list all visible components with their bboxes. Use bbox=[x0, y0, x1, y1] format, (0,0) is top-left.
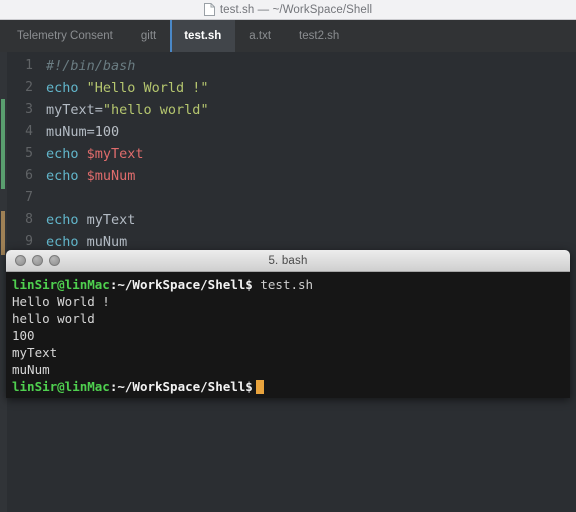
code-token: muNum= bbox=[46, 124, 95, 140]
code-line[interactable]: 3 myText="hello world" bbox=[0, 99, 576, 121]
code-token: $myText bbox=[86, 146, 144, 162]
terminal-output-line: 100 bbox=[12, 327, 570, 344]
terminal-window[interactable]: 5. bash linSir@linMac:~/WorkSpace/Shell$… bbox=[6, 250, 570, 398]
code-text: echo $myText bbox=[40, 143, 144, 165]
terminal-output-text: hello world bbox=[12, 311, 95, 326]
code-line[interactable]: 2 echo "Hello World !" bbox=[0, 77, 576, 99]
terminal-prompt-line: linSir@linMac:~/WorkSpace/Shell$ bbox=[12, 378, 570, 395]
line-number: 2 bbox=[25, 80, 33, 95]
code-token: $muNum bbox=[86, 168, 136, 184]
terminal-output-line: Hello World ! bbox=[12, 293, 570, 310]
tab-gitt[interactable]: gitt bbox=[127, 20, 170, 52]
code-text: #!/bin/bash bbox=[40, 55, 135, 77]
code-text: echo $muNum bbox=[40, 165, 135, 187]
terminal-title: 5. bash bbox=[268, 254, 308, 267]
code-token: echo bbox=[46, 212, 87, 228]
terminal-titlebar[interactable]: 5. bash bbox=[6, 250, 570, 272]
line-number: 8 bbox=[25, 212, 33, 227]
code-text: echo myText bbox=[40, 209, 135, 231]
terminal-output-line: myText bbox=[12, 344, 570, 361]
code-line[interactable]: 7 bbox=[0, 187, 576, 209]
tab-a-txt[interactable]: a.txt bbox=[235, 20, 285, 52]
terminal-output-text: 100 bbox=[12, 328, 35, 343]
code-line[interactable]: 1 #!/bin/bash bbox=[0, 55, 576, 77]
code-token: "Hello World !" bbox=[86, 80, 209, 96]
terminal-output-text: Hello World ! bbox=[12, 294, 110, 309]
terminal-output[interactable]: linSir@linMac:~/WorkSpace/Shell$ test.sh… bbox=[6, 272, 570, 398]
terminal-prompt-line: linSir@linMac:~/WorkSpace/Shell$ test.sh bbox=[12, 276, 570, 293]
line-number: 3 bbox=[25, 102, 33, 117]
terminal-output-line: muNum bbox=[12, 361, 570, 378]
window-title-text: test.sh — ~/WorkSpace/Shell bbox=[219, 3, 373, 16]
terminal-output-text: myText bbox=[12, 345, 58, 360]
terminal-output-line: hello world bbox=[12, 310, 570, 327]
terminal-command: test.sh bbox=[252, 277, 314, 292]
code-line[interactable]: 5 echo $myText bbox=[0, 143, 576, 165]
terminal-path: :~/WorkSpace/Shell$ bbox=[109, 379, 253, 394]
document-icon bbox=[203, 3, 215, 16]
code-token: "hello world" bbox=[102, 102, 209, 118]
code-line[interactable]: 6 echo $muNum bbox=[0, 165, 576, 187]
terminal-window-controls[interactable] bbox=[6, 255, 60, 266]
terminal-user-host: linSir@linMac bbox=[12, 379, 110, 394]
code-token: echo bbox=[46, 80, 87, 96]
code-text: myText="hello world" bbox=[40, 99, 209, 121]
window-titlebar: test.sh — ~/WorkSpace/Shell bbox=[0, 0, 576, 20]
code-token: muNum bbox=[86, 234, 128, 250]
tab-telemetry-consent[interactable]: Telemetry Consent bbox=[0, 20, 127, 52]
code-token: echo bbox=[46, 146, 87, 162]
code-lines[interactable]: 1 #!/bin/bash 2 echo "Hello World !" 3 myText… bbox=[0, 52, 576, 253]
code-token: myText= bbox=[46, 102, 103, 118]
code-token: echo bbox=[46, 234, 87, 250]
code-token: myText bbox=[86, 212, 136, 228]
close-button[interactable] bbox=[15, 255, 26, 266]
zoom-button[interactable] bbox=[49, 255, 60, 266]
window-title-group: test.sh — ~/WorkSpace/Shell bbox=[203, 3, 373, 16]
line-number: 4 bbox=[25, 124, 33, 139]
line-number: 1 bbox=[25, 58, 33, 73]
terminal-user-host: linSir@linMac bbox=[12, 277, 110, 292]
code-token: #!/bin/bash bbox=[46, 58, 136, 74]
terminal-cursor bbox=[255, 380, 264, 394]
tab-test2-sh[interactable]: test2.sh bbox=[285, 20, 353, 52]
code-token: 100 bbox=[94, 124, 120, 140]
code-line[interactable]: 8 echo myText bbox=[0, 209, 576, 231]
line-number: 6 bbox=[25, 168, 33, 183]
tab-test-sh[interactable]: test.sh bbox=[170, 20, 236, 52]
code-token: echo bbox=[46, 168, 87, 184]
minimize-button[interactable] bbox=[32, 255, 43, 266]
terminal-output-text: muNum bbox=[12, 362, 50, 377]
code-line[interactable]: 4 muNum=100 bbox=[0, 121, 576, 143]
line-number: 5 bbox=[25, 146, 33, 161]
line-number: 7 bbox=[25, 190, 33, 205]
ide-window: test.sh — ~/WorkSpace/Shell Telemetry Co… bbox=[0, 0, 576, 512]
code-text: muNum=100 bbox=[40, 121, 119, 143]
terminal-path: :~/WorkSpace/Shell$ bbox=[109, 277, 253, 292]
editor-tab-bar: Telemetry Consent gitt test.sh a.txt test2.s… bbox=[0, 20, 576, 52]
code-text: echo "Hello World !" bbox=[40, 77, 209, 99]
